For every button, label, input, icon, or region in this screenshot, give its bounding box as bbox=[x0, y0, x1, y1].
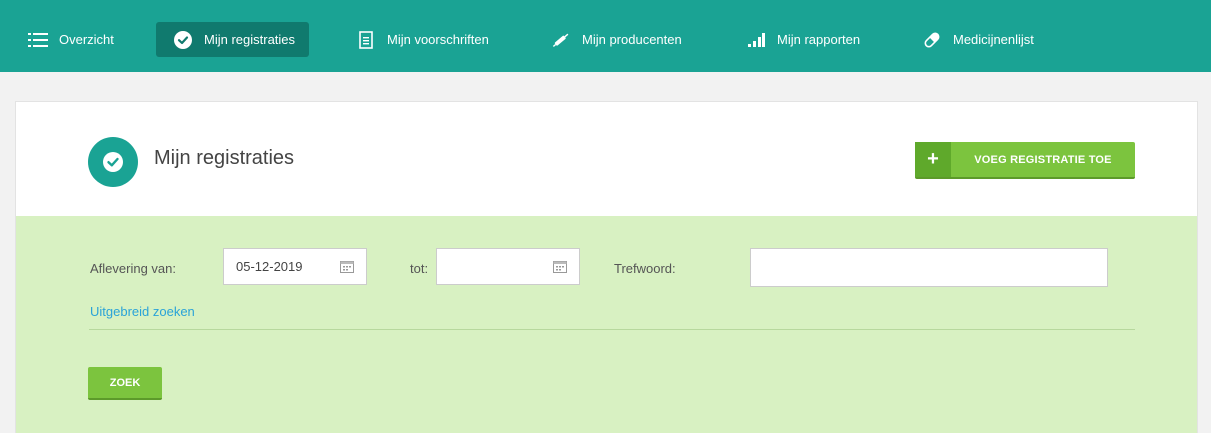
advanced-search-link[interactable]: Uitgebreid zoeken bbox=[90, 304, 195, 319]
bar-chart-icon bbox=[745, 31, 767, 49]
calendar-icon[interactable] bbox=[340, 260, 354, 273]
check-circle-icon bbox=[172, 30, 194, 49]
nav-item-mijn-registraties[interactable]: Mijn registraties bbox=[156, 22, 310, 57]
nav-item-mijn-producenten[interactable]: Mijn producenten bbox=[550, 22, 682, 57]
nav-item-mijn-rapporten[interactable]: Mijn rapporten bbox=[745, 22, 860, 57]
nav-item-medicijnenlijst[interactable]: Medicijnenlijst bbox=[921, 22, 1034, 57]
nav-item-label: Mijn registraties bbox=[204, 32, 296, 47]
page-title: Mijn registraties bbox=[154, 147, 295, 169]
plus-icon: + bbox=[915, 142, 951, 177]
divider bbox=[89, 329, 1135, 330]
keyword-label: Trefwoord: bbox=[614, 261, 676, 276]
top-nav: Overzicht Mijn registraties Mijn voorsch… bbox=[0, 0, 1211, 72]
list-icon bbox=[27, 31, 49, 49]
pill-icon bbox=[921, 31, 943, 49]
from-date-label: Aflevering van: bbox=[90, 261, 176, 276]
nav-item-label: Mijn rapporten bbox=[777, 32, 861, 47]
document-icon bbox=[355, 30, 377, 49]
keyword-input[interactable] bbox=[750, 248, 1108, 287]
to-date-field[interactable] bbox=[436, 248, 580, 285]
nav-item-label: Mijn producenten bbox=[582, 32, 682, 47]
nav-item-label: Mijn voorschriften bbox=[387, 32, 489, 47]
nav-item-label: Overzicht bbox=[59, 32, 114, 47]
nav-item-label: Medicijnenlijst bbox=[953, 32, 1034, 47]
syringe-icon bbox=[550, 31, 572, 49]
calendar-icon[interactable] bbox=[553, 260, 567, 273]
search-form: Aflevering van: 05-12-2019 tot: Trefwoor… bbox=[16, 216, 1197, 433]
nav-item-mijn-voorschriften[interactable]: Mijn voorschriften bbox=[355, 22, 489, 57]
nav-item-overzicht[interactable]: Overzicht bbox=[27, 22, 114, 57]
from-date-field[interactable]: 05-12-2019 bbox=[223, 248, 367, 285]
add-registration-label: VOEG REGISTRATIE TOE bbox=[974, 153, 1112, 166]
search-button[interactable]: ZOEK bbox=[88, 367, 162, 400]
check-circle-icon bbox=[88, 137, 138, 187]
page-header: Mijn registraties + VOEG REGISTRATIE TOE bbox=[16, 102, 1197, 216]
add-registration-button[interactable]: + VOEG REGISTRATIE TOE bbox=[915, 142, 1135, 179]
registrations-panel: Mijn registraties + VOEG REGISTRATIE TOE… bbox=[15, 101, 1198, 433]
from-date-value: 05-12-2019 bbox=[236, 259, 303, 274]
to-date-label: tot: bbox=[410, 261, 429, 276]
